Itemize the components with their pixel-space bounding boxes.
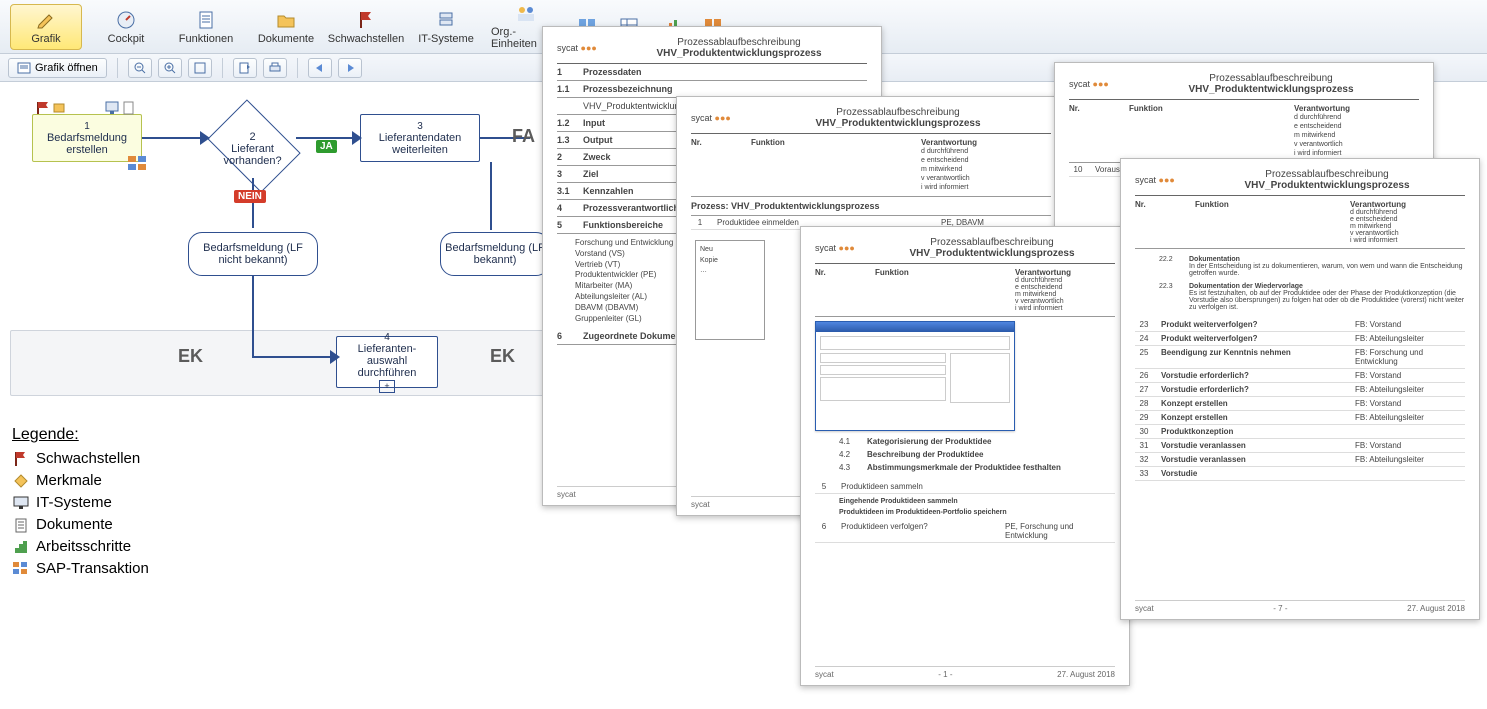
edge — [142, 137, 204, 139]
legend-title: Legende: — [12, 424, 149, 446]
mini-dialog-nav: NeuKopie… — [695, 240, 765, 340]
nav-forward-button[interactable] — [338, 58, 362, 78]
sap-badge-icon — [128, 156, 148, 172]
separator — [117, 58, 118, 78]
arrowhead-icon — [330, 350, 342, 364]
edge — [252, 356, 334, 358]
doc-icon — [12, 518, 30, 533]
legend-item: Schwachstellen — [12, 448, 149, 470]
sycat-logo: sycat ●●● — [1069, 79, 1115, 89]
separator — [222, 58, 223, 78]
legend-item: IT-Systeme — [12, 492, 149, 514]
pencil-icon — [36, 9, 56, 31]
lane-label-ek2: EK — [490, 346, 515, 367]
screen-icon — [12, 496, 30, 510]
node1-badges — [36, 100, 146, 118]
node-bedarfsmeldung-lf-nicht[interactable]: Bedarfsmeldung (LF nicht bekannt) — [188, 232, 318, 276]
ribbon-dokumente[interactable]: Dokumente — [250, 4, 322, 50]
ribbon-itsysteme[interactable]: IT-Systeme — [410, 4, 482, 50]
legend-item: Merkmale — [12, 470, 149, 492]
node-bedarfsmeldung-erstellen[interactable]: 1 Bedarfsmeldung erstellen — [32, 114, 142, 162]
separator — [297, 58, 298, 78]
ribbon-cockpit[interactable]: Cockpit — [90, 4, 162, 50]
ribbon-grafik[interactable]: Grafik — [10, 4, 82, 50]
gauge-icon — [116, 9, 136, 31]
legend-item: Dokumente — [12, 514, 149, 536]
server-icon — [436, 9, 456, 31]
diamond-icon — [12, 474, 30, 488]
ribbon-schwachstellen[interactable]: Schwachstellen — [330, 4, 402, 50]
flag-icon — [12, 451, 30, 467]
edge — [296, 137, 356, 139]
ribbon-label: Grafik — [31, 33, 60, 45]
sycat-logo: sycat ●●● — [557, 43, 603, 53]
legend-item: Arbeitsschritte — [12, 536, 149, 558]
sycat-logo: sycat ●●● — [1135, 175, 1181, 185]
arrowhead-icon — [200, 131, 212, 145]
report-page-5: sycat ●●● Prozessablaufbeschreibung VHV_… — [1120, 158, 1480, 620]
step-icon — [12, 540, 30, 554]
node-bedarfsmeldung-lf-bekannt[interactable]: Bedarfsmeldung (LF bekannt) — [440, 232, 550, 276]
sycat-logo: sycat ●●● — [691, 113, 737, 123]
ribbon-funktionen[interactable]: Funktionen — [170, 4, 242, 50]
nav-back-button[interactable] — [308, 58, 332, 78]
export-button[interactable] — [233, 58, 257, 78]
edge — [252, 178, 254, 228]
legend: Legende: Schwachstellen Merkmale IT-Syst… — [12, 424, 149, 580]
zoom-in-button[interactable] — [158, 58, 182, 78]
people-icon — [515, 4, 537, 24]
folder-icon — [276, 9, 296, 31]
sap-icon — [12, 562, 30, 576]
edge — [490, 162, 492, 230]
flag-icon — [357, 9, 375, 31]
edge-label-ja: JA — [316, 140, 337, 153]
arrowhead-icon — [352, 131, 364, 145]
legend-item: SAP-Transaktion — [12, 558, 149, 580]
node-lieferantendaten-weiterleiten[interactable]: 3 Lieferantendaten weiterleiten — [360, 114, 480, 162]
report-page-4: sycat ●●● Prozessablaufbeschreibung VHV_… — [800, 226, 1130, 686]
lane-label-ek: EK — [178, 346, 203, 367]
open-graphic-button[interactable]: Grafik öffnen — [8, 58, 107, 78]
node-lieferant-vorhanden[interactable]: 2 Lieferant vorhanden? — [207, 99, 300, 192]
node-lieferantenauswahl[interactable]: 4 Lieferanten-auswahl durchführen + — [336, 336, 438, 388]
doc-icon — [197, 9, 215, 31]
edge — [252, 276, 254, 356]
sycat-logo: sycat ●●● — [815, 243, 861, 253]
fit-button[interactable] — [188, 58, 212, 78]
print-button[interactable] — [263, 58, 287, 78]
lane-ek — [10, 330, 550, 396]
zoom-out-button[interactable] — [128, 58, 152, 78]
lane-label-fa: FA — [512, 126, 535, 147]
edge-label-nein: NEIN — [234, 190, 266, 203]
mini-dialog — [815, 321, 1015, 431]
